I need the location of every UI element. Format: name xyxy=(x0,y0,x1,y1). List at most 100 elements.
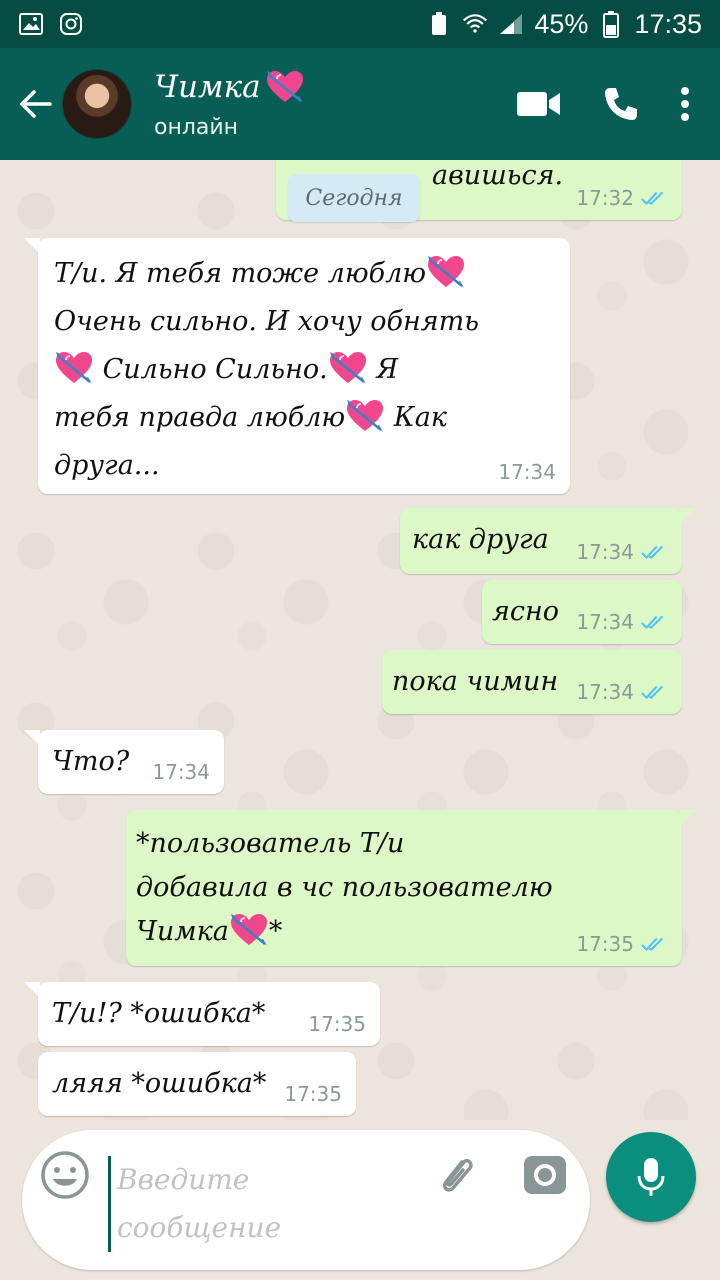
emoji-button[interactable] xyxy=(40,1150,90,1200)
voice-record-button[interactable] xyxy=(606,1132,696,1222)
message-bubble-incoming[interactable]: Т/и. Я тебя тоже люблю Очень сильно. И х… xyxy=(24,238,570,494)
battery-percent: 45% xyxy=(534,8,589,39)
contact-name-row: Чимка xyxy=(154,69,305,105)
message-line: друга... xyxy=(54,442,554,490)
message-line-text: друга... xyxy=(54,450,160,481)
camera-button[interactable] xyxy=(522,1152,570,1200)
message-line: Очень сильно. И хочу обнять xyxy=(54,298,554,346)
message-line-text: Я xyxy=(376,354,399,385)
status-bar: 45% 17:35 xyxy=(0,0,720,48)
chat-header: Чимка онлайн xyxy=(0,48,720,160)
message-line-text: Т/и. Я тебя тоже люблю xyxy=(54,258,427,289)
message-line: добавила в чс пользователю xyxy=(136,872,553,903)
heart-arrow-emoji xyxy=(54,350,94,386)
battery-saver-icon xyxy=(426,11,452,37)
message-meta: 17:34 xyxy=(498,460,556,484)
heart-arrow-emoji xyxy=(426,254,466,290)
message-bubble-incoming[interactable]: Что? 17:34 xyxy=(24,730,224,794)
message-text: Что? xyxy=(52,746,130,777)
heart-arrow-emoji xyxy=(229,912,269,948)
chat-area[interactable]: авишься. 17:32 Сегодня Т/и. Я тебя тоже … xyxy=(0,160,720,1120)
message-bubble-incoming[interactable]: Т/и!? *ошибка* 17:35 xyxy=(24,982,380,1046)
back-arrow-icon xyxy=(20,90,52,118)
message-line: Т/и. Я тебя тоже люблю xyxy=(54,250,554,298)
message-text: Т/и!? *ошибка* xyxy=(52,998,266,1029)
message-time: 17:35 xyxy=(308,1012,366,1036)
heart-arrow-emoji xyxy=(328,350,368,386)
wifi-icon xyxy=(462,11,488,37)
gallery-notification-icon xyxy=(18,11,44,37)
message-time: 17:34 xyxy=(576,540,634,564)
message-meta: 17:32 xyxy=(576,186,668,210)
message-meta: 17:35 xyxy=(308,1012,366,1036)
message-time: 17:34 xyxy=(152,760,210,784)
heart-arrow-emoji xyxy=(345,398,385,434)
contact-status: онлайн xyxy=(154,114,239,140)
message-bubble-outgoing[interactable]: ясно 17:34 xyxy=(482,580,682,644)
message-line-text: * xyxy=(268,916,283,947)
double-check-icon xyxy=(640,683,668,701)
battery-icon xyxy=(598,11,624,38)
message-line: *пользователь Т/и xyxy=(136,828,405,859)
placeholder-line: сообщение xyxy=(117,1211,282,1244)
clock: 17:35 xyxy=(634,8,702,39)
message-bubble-outgoing[interactable]: пока чимин 17:34 xyxy=(382,650,682,714)
attach-button[interactable] xyxy=(432,1152,480,1200)
contact-info[interactable]: Чимка онлайн xyxy=(154,69,305,140)
message-meta: 17:34 xyxy=(576,680,668,704)
message-text: авишься. xyxy=(432,160,564,191)
message-time: 17:34 xyxy=(576,680,634,704)
double-check-icon xyxy=(640,613,668,631)
message-text: ясно xyxy=(492,596,560,627)
message-line-text: Очень сильно. И хочу обнять xyxy=(54,306,479,337)
date-divider: Сегодня xyxy=(288,174,420,222)
message-line-text: Как xyxy=(393,402,447,433)
double-check-icon xyxy=(640,189,668,207)
message-text: как друга xyxy=(412,524,549,555)
message-text: *пользователь Т/и добавила в чс пользова… xyxy=(136,822,636,954)
message-bubble-incoming[interactable]: ляяя *ошибка* 17:35 xyxy=(38,1052,356,1116)
message-time: 17:32 xyxy=(576,186,634,210)
message-text: Т/и. Я тебя тоже люблю Очень сильно. И х… xyxy=(54,250,554,490)
back-button[interactable] xyxy=(6,64,66,144)
contact-name: Чимка xyxy=(154,68,261,105)
message-meta: 17:34 xyxy=(576,610,668,634)
message-line-text: тебя правда люблю xyxy=(54,402,346,433)
avatar[interactable] xyxy=(62,69,132,139)
message-meta: 17:35 xyxy=(576,932,668,956)
heart-arrow-emoji xyxy=(265,69,305,105)
message-time: 17:35 xyxy=(284,1082,342,1106)
video-call-button[interactable] xyxy=(516,89,562,119)
emoji-icon xyxy=(41,1151,89,1199)
message-text: ляяя *ошибка* xyxy=(52,1068,267,1099)
signal-icon xyxy=(498,11,524,37)
phone-icon xyxy=(605,88,637,120)
message-bubble-outgoing[interactable]: *пользователь Т/и добавила в чс пользова… xyxy=(126,810,696,966)
message-line: Сильно Сильно. Я xyxy=(54,346,554,394)
message-line-text: Сильно Сильно. xyxy=(102,354,328,385)
voice-call-button[interactable] xyxy=(602,85,640,123)
message-composer: Введите сообщение xyxy=(22,1130,590,1270)
camera-icon xyxy=(524,1156,566,1194)
video-call-icon xyxy=(517,92,560,116)
double-check-icon xyxy=(640,543,668,561)
message-meta: 17:34 xyxy=(152,760,210,784)
message-bubble-outgoing[interactable]: как друга 17:34 xyxy=(400,508,696,574)
message-meta: 17:34 xyxy=(576,540,668,564)
attach-icon xyxy=(442,1158,473,1192)
message-time: 17:34 xyxy=(498,460,556,484)
more-vert-icon xyxy=(681,87,689,121)
message-line-text: Чимка xyxy=(136,916,229,947)
message-line: тебя правда люблю Как xyxy=(54,394,554,442)
more-options-button[interactable] xyxy=(680,86,690,122)
message-time: 17:34 xyxy=(576,610,634,634)
message-text: пока чимин xyxy=(392,666,559,697)
message-meta: 17:35 xyxy=(284,1082,342,1106)
message-input[interactable]: Введите сообщение xyxy=(108,1156,318,1252)
mic-icon xyxy=(637,1158,665,1196)
message-line: Чимка * xyxy=(136,910,636,954)
placeholder-line: Введите xyxy=(117,1163,250,1196)
instagram-notification-icon xyxy=(58,11,84,37)
double-check-icon xyxy=(640,935,668,953)
message-time: 17:35 xyxy=(576,932,634,956)
